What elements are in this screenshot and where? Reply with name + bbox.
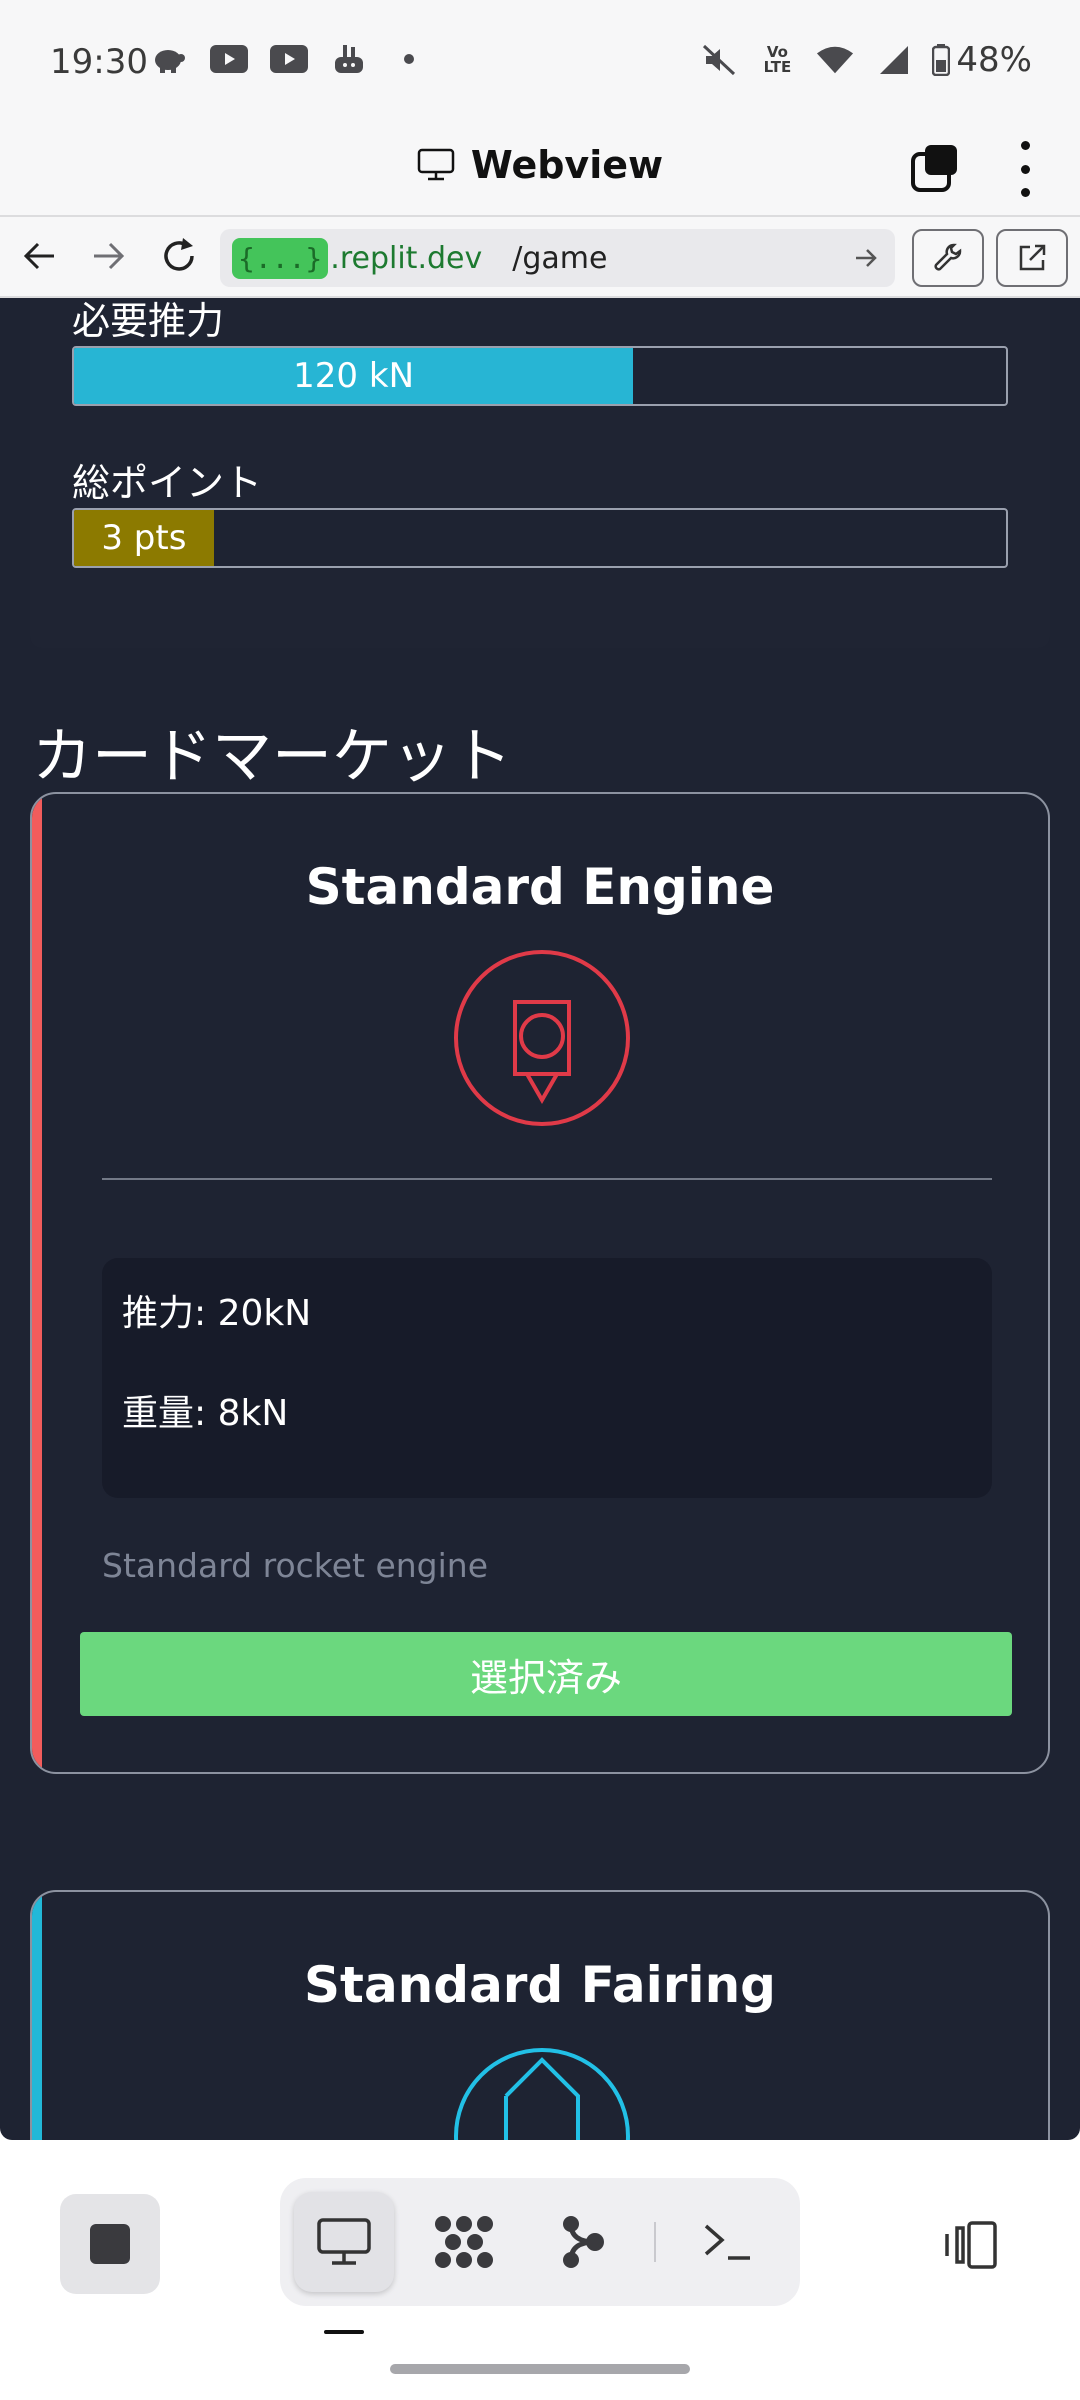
card-spec-box: 推力: 20kN 重量: 8kN xyxy=(102,1258,992,1498)
wrench-icon xyxy=(934,243,962,271)
device-preview-button[interactable] xyxy=(930,2210,1010,2280)
card-standard-fairing[interactable]: Standard Fairing xyxy=(30,1890,1050,2140)
terminal-icon xyxy=(704,2224,750,2260)
points-bar-fill: 3 pts xyxy=(74,510,214,566)
stop-button[interactable] xyxy=(60,2194,160,2294)
shell-tab-button[interactable] xyxy=(678,2192,778,2292)
card-standard-engine[interactable]: Standard Engine 推力: 20kN 重量: 8kN Standar… xyxy=(30,792,1050,1774)
webview-title-bar: Webview xyxy=(0,125,1080,215)
card-thrust: 推力: 20kN xyxy=(122,1293,312,1334)
signal-icon xyxy=(874,45,912,75)
webview-tab-button[interactable] xyxy=(294,2192,394,2292)
reload-icon[interactable] xyxy=(154,231,204,281)
devices-icon xyxy=(945,2221,997,2269)
piggy-bank-icon xyxy=(150,44,188,74)
agent-icon xyxy=(435,2216,493,2268)
lte-icon: Vo LTE xyxy=(763,43,792,76)
url-field[interactable]: {...} .replit.dev /game xyxy=(220,229,895,287)
go-arrow-icon[interactable] xyxy=(847,239,885,277)
thrust-bar-fill: 120 kN xyxy=(74,348,634,404)
card-description: Standard rocket engine xyxy=(102,1546,489,1585)
agent-tab-button[interactable] xyxy=(414,2192,514,2292)
url-path: /game xyxy=(512,240,608,276)
bottom-toolbar xyxy=(0,2140,1080,2400)
thrust-label: 必要推力 xyxy=(72,299,225,343)
youtube-icon xyxy=(210,44,248,74)
thrust-value: 120 kN xyxy=(293,356,414,396)
back-icon[interactable] xyxy=(14,231,64,281)
card-divider xyxy=(102,1178,992,1180)
points-bar: 3 pts xyxy=(72,508,1008,568)
status-bar: 19:30 Vo LTE 48% xyxy=(0,0,1080,125)
card-title: Standard Fairing xyxy=(304,1956,776,2014)
battery-icon xyxy=(932,44,951,76)
url-domain: .replit.dev xyxy=(330,240,483,276)
status-time: 19:30 xyxy=(50,42,148,82)
git-tab-button[interactable] xyxy=(534,2192,634,2292)
fairing-icon xyxy=(452,2046,632,2140)
tool-switcher xyxy=(280,2178,800,2306)
selected-button[interactable]: 選択済み xyxy=(80,1632,1012,1716)
external-link-icon xyxy=(1019,244,1046,271)
monitor-icon xyxy=(317,2218,371,2265)
tabs-icon[interactable] xyxy=(910,143,960,193)
git-branch-icon xyxy=(563,2216,604,2268)
card-accent xyxy=(32,794,42,1772)
devtools-button[interactable] xyxy=(912,229,984,287)
card-title: Standard Engine xyxy=(305,858,775,916)
open-external-button[interactable] xyxy=(996,229,1068,287)
app-icon xyxy=(330,44,368,74)
forward-icon[interactable] xyxy=(84,231,134,281)
tool-separator xyxy=(654,2222,656,2262)
stop-icon xyxy=(90,2224,130,2264)
market-heading: カードマーケット xyxy=(32,722,512,792)
monitor-icon xyxy=(417,148,455,181)
card-weight: 重量: 8kN xyxy=(122,1393,289,1434)
battery-percent: 48% xyxy=(956,40,1032,80)
dot-icon xyxy=(390,44,428,74)
points-label: 総ポイント xyxy=(72,461,263,505)
webview-title: Webview xyxy=(470,143,664,187)
active-tab-indicator xyxy=(324,2330,364,2334)
mute-icon xyxy=(700,44,738,76)
system-status: Vo LTE 48% xyxy=(700,40,1032,80)
thrust-bar: 120 kN xyxy=(72,346,1008,406)
battery-indicator: 48% xyxy=(932,40,1032,80)
card-accent xyxy=(32,1892,42,2140)
game-viewport: 必要推力 120 kN 総ポイント 3 pts カードマーケット Standar… xyxy=(0,298,1080,2140)
engine-icon xyxy=(452,948,632,1128)
home-gesture-bar[interactable] xyxy=(390,2364,690,2374)
points-value: 3 pts xyxy=(101,518,187,558)
youtube-icon xyxy=(270,44,308,74)
url-badge: {...} xyxy=(232,237,329,279)
url-toolbar: {...} .replit.dev /game xyxy=(0,215,1080,298)
more-menu-icon[interactable] xyxy=(1010,141,1040,197)
wifi-icon xyxy=(816,45,854,75)
notification-icons xyxy=(150,44,428,74)
